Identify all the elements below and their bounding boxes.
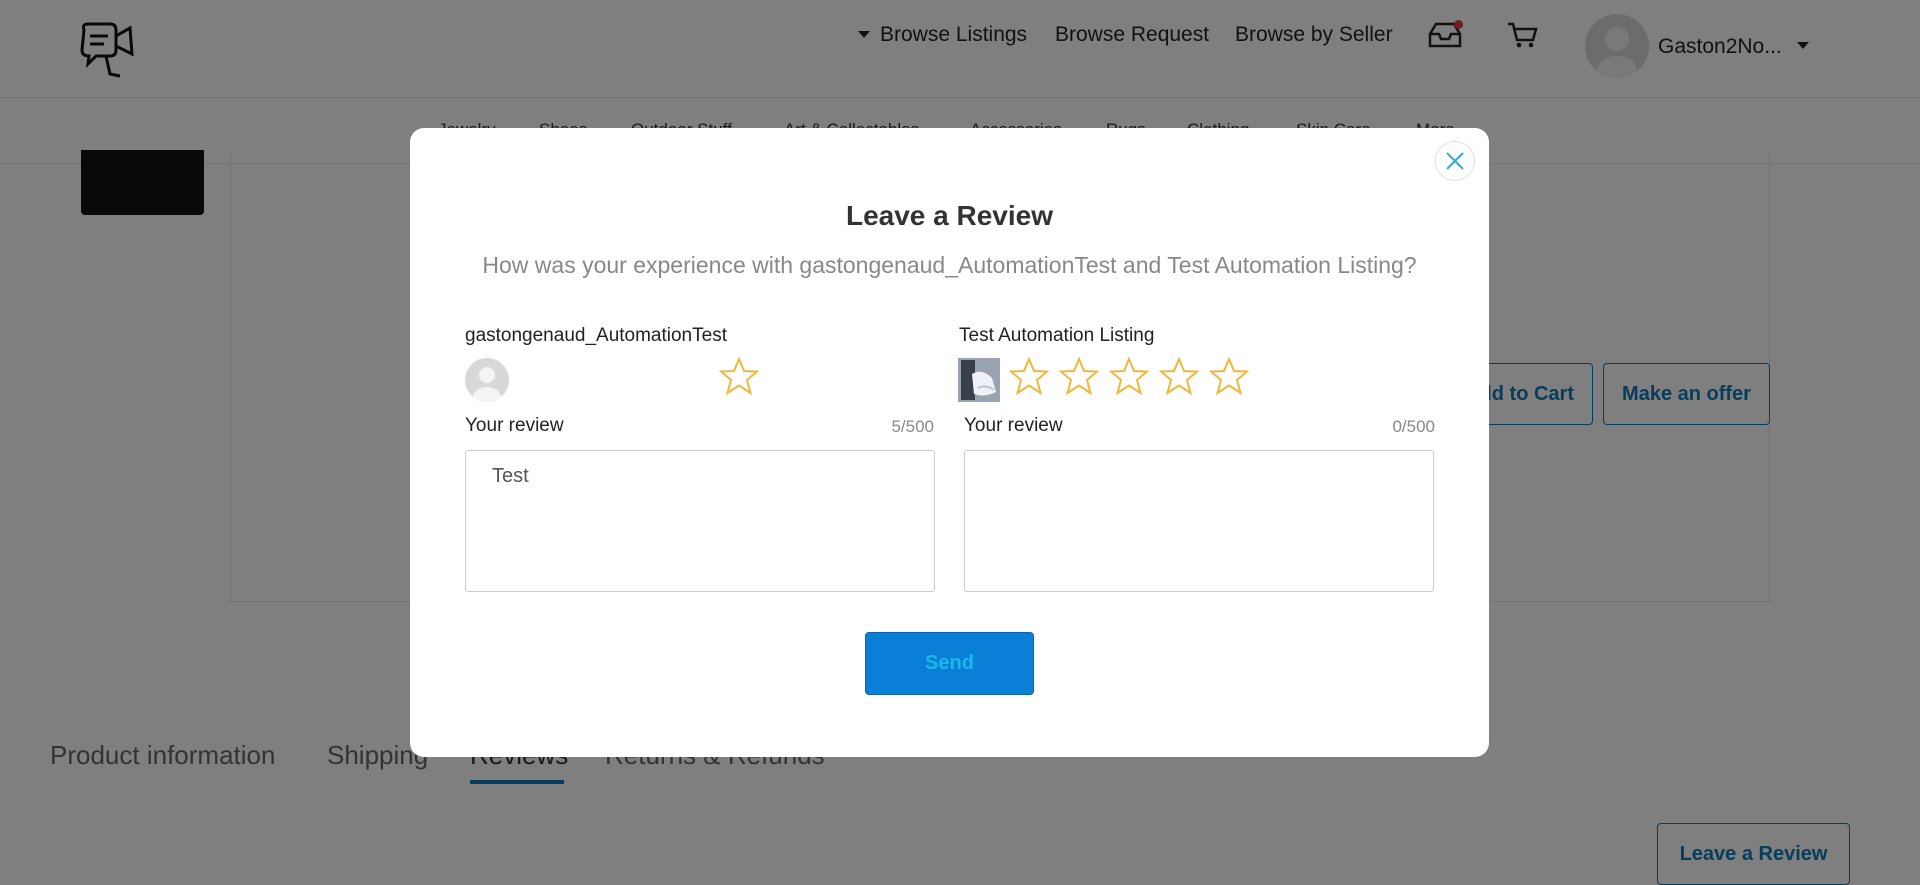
listing-name: Test Automation Listing	[959, 325, 1155, 346]
seller-avatar-icon	[472, 367, 502, 402]
seller-review-input[interactable]: Test	[465, 450, 935, 592]
close-button[interactable]	[1435, 141, 1475, 181]
modal-subtitle: How was your experience with gastongenau…	[482, 252, 1417, 278]
listing-star-1-icon[interactable]	[1009, 356, 1049, 396]
listing-star-2-icon[interactable]	[1059, 356, 1099, 396]
listing-star-3-icon[interactable]	[1109, 356, 1149, 396]
seller-star-icon[interactable]	[719, 356, 759, 396]
seller-review-counter: 5/500	[891, 417, 934, 436]
listing-star-4-icon[interactable]	[1159, 356, 1199, 396]
listing-thumbnail	[958, 358, 1000, 402]
listing-image-icon	[958, 358, 1000, 402]
seller-name: gastongenaud_AutomationTest	[465, 325, 727, 346]
listing-review-input[interactable]	[964, 450, 1434, 592]
seller-review-label: Your review	[465, 415, 564, 436]
send-button[interactable]: Send	[865, 632, 1034, 695]
close-icon	[1446, 152, 1464, 170]
listing-review-label: Your review	[964, 415, 1063, 436]
seller-avatar	[465, 358, 509, 402]
modal-title: Leave a Review	[845, 200, 1054, 231]
listing-review-counter: 0/500	[1392, 417, 1435, 436]
listing-star-5-icon[interactable]	[1209, 356, 1249, 396]
